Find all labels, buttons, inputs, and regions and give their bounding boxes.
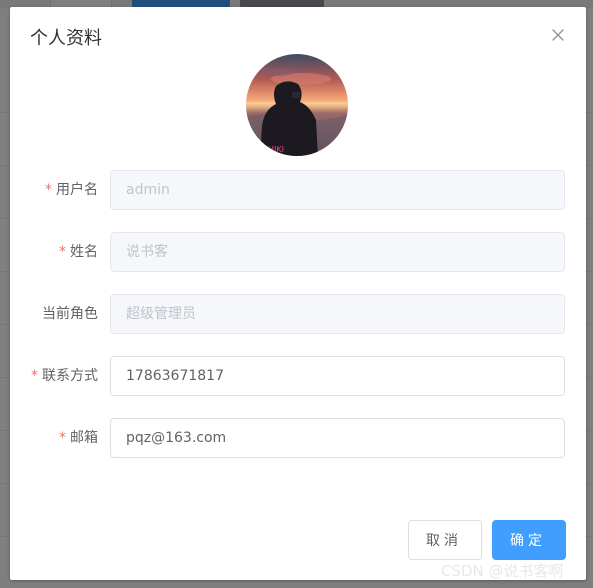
required-mark: *	[59, 244, 66, 260]
name-field	[110, 232, 565, 272]
form-row-username: * 用户名	[10, 170, 586, 210]
role-field	[110, 294, 565, 334]
csdn-watermark: CSDN @说书客啊	[441, 562, 564, 580]
dialog-title: 个人资料	[30, 28, 102, 49]
name-label: * 姓名	[59, 244, 98, 260]
phone-label: * 联系方式	[31, 368, 98, 384]
avatar[interactable]: HIKI	[246, 54, 348, 156]
form-row-role: 当前角色	[10, 294, 586, 334]
email-label: * 邮箱	[59, 430, 98, 446]
confirm-button[interactable]: 确定	[492, 520, 566, 560]
required-mark: *	[45, 182, 52, 198]
username-field	[110, 170, 565, 210]
profile-dialog: 个人资料 HIKI * 用户名 admin * 姓名 说书客 当前角色 超级管理…	[10, 7, 586, 580]
required-mark: *	[59, 430, 66, 446]
username-label: * 用户名	[45, 182, 98, 198]
form-row-name: * 姓名	[10, 232, 586, 272]
form-row-phone: * 联系方式	[10, 356, 586, 396]
svg-text:HIKI: HIKI	[268, 145, 284, 154]
role-label: 当前角色	[42, 306, 98, 322]
required-mark: *	[31, 368, 38, 384]
email-field[interactable]	[110, 418, 565, 458]
phone-field[interactable]	[110, 356, 565, 396]
cancel-button[interactable]: 取消	[408, 520, 482, 560]
close-icon[interactable]	[548, 25, 568, 45]
form-row-email: * 邮箱	[10, 418, 586, 458]
